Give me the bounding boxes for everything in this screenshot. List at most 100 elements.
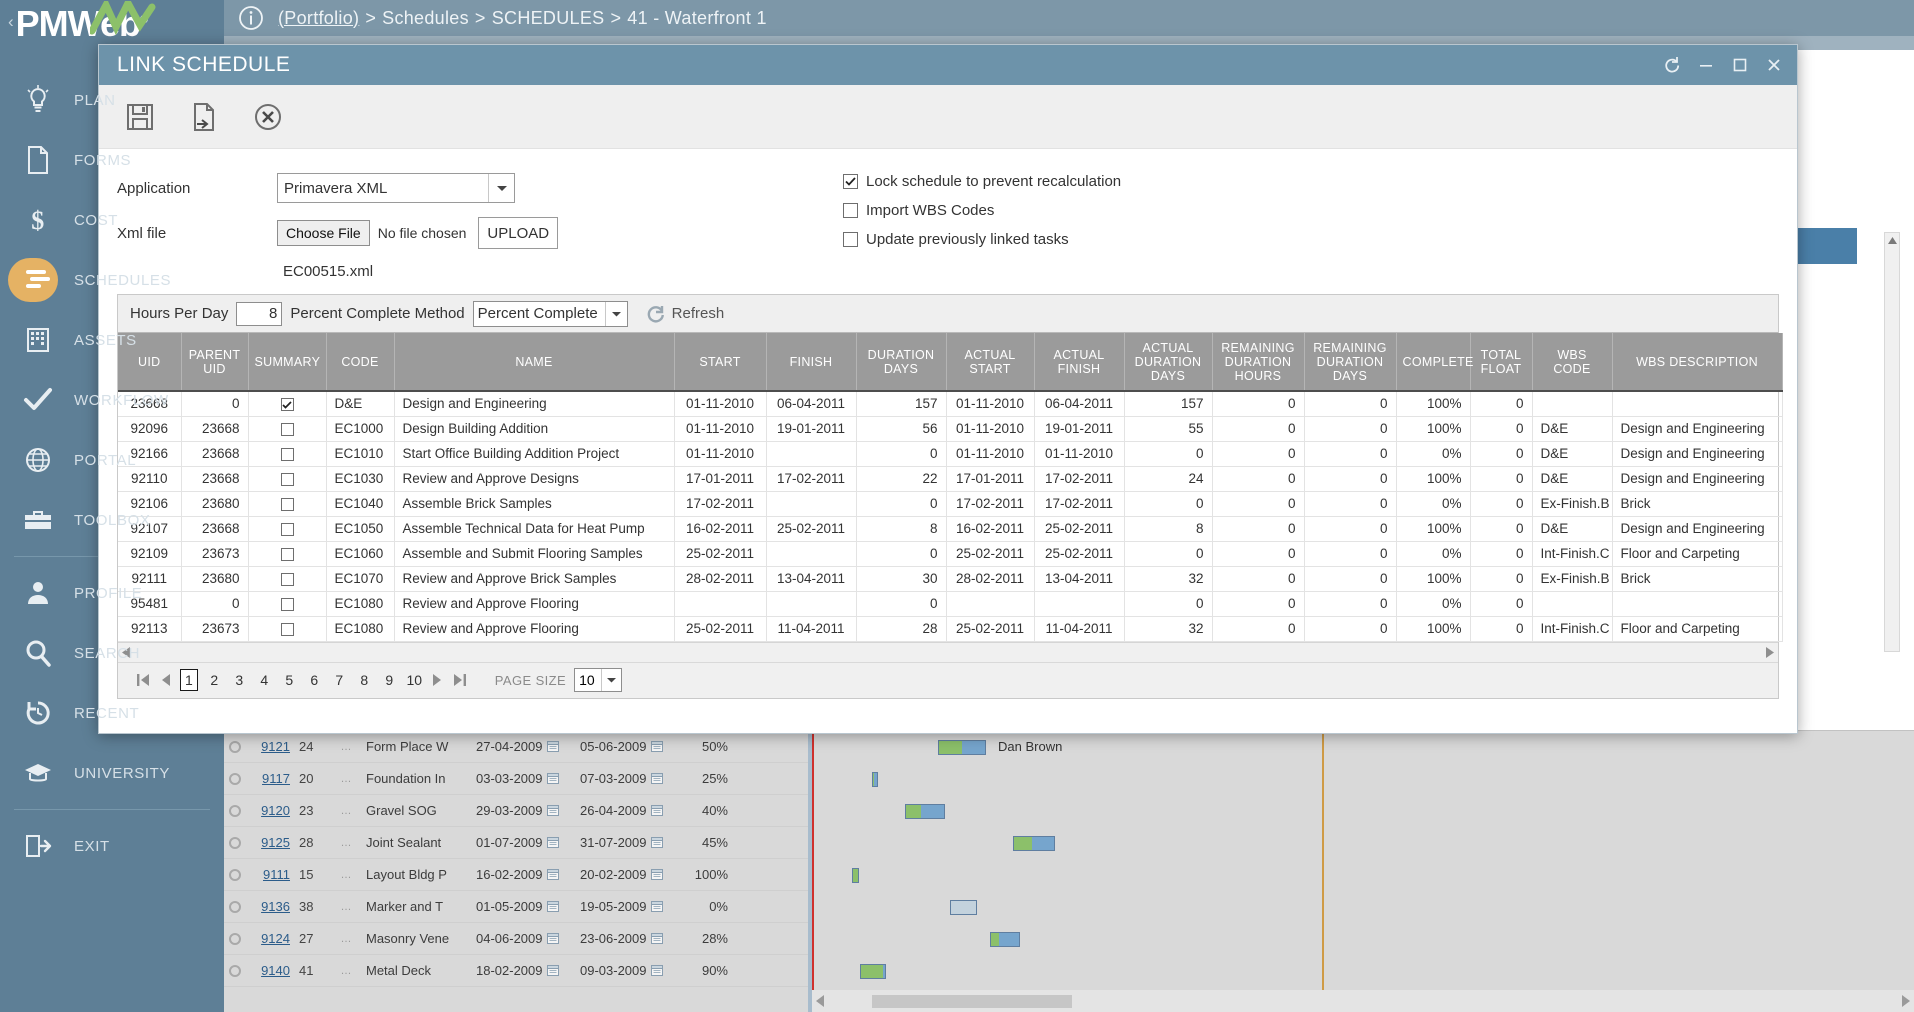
dialog-title-bar[interactable]: LINK SCHEDULE <box>99 45 1797 85</box>
sidebar-collapse-icon[interactable]: ‹ <box>8 12 14 32</box>
table-row[interactable]: 92111 23680 EC1070 Review and Approve Brick… <box>118 566 1783 592</box>
gantt-row[interactable]: 9124 27 … Masonry Vene 04-06-2009 23-06-… <box>224 923 808 955</box>
gantt-row-id[interactable]: 9124 <box>246 931 294 946</box>
page-button-7[interactable]: 7 <box>331 669 348 691</box>
calendar-icon[interactable] <box>650 836 663 849</box>
calendar-icon[interactable] <box>650 900 663 913</box>
gantt-row-id-link[interactable]: 9140 <box>261 963 290 978</box>
sidebar-item-exit[interactable]: EXIT <box>0 816 224 876</box>
option-update-linked-tasks[interactable]: Update previously linked tasks <box>843 231 1121 248</box>
summary-checkbox[interactable] <box>280 447 294 461</box>
summary-checkbox[interactable] <box>280 547 294 561</box>
col-start[interactable]: START <box>674 333 767 391</box>
calendar-icon[interactable] <box>650 772 663 785</box>
application-select[interactable]: Primavera XML <box>277 173 515 203</box>
page-button-1[interactable]: 1 <box>180 669 198 691</box>
col-parent-uid[interactable]: PARENT UID <box>181 333 249 391</box>
page-button-8[interactable]: 8 <box>356 669 373 691</box>
col-actual-duration-days[interactable]: ACTUAL DURATION DAYS <box>1124 333 1213 391</box>
cell-summary[interactable] <box>248 390 327 417</box>
checkbox[interactable] <box>843 203 858 218</box>
calendar-icon[interactable] <box>650 932 663 945</box>
next-page-icon[interactable] <box>427 669 449 691</box>
gantt-row[interactable]: 9117 20 … Foundation In 03-03-2009 07-03… <box>224 763 808 795</box>
col-actual-start[interactable]: ACTUAL START <box>946 333 1035 391</box>
checkbox[interactable] <box>843 232 858 247</box>
gantt-row[interactable]: 9121 24 … Form Place W 27-04-2009 05-06-… <box>224 731 808 763</box>
gantt-bar[interactable] <box>872 772 878 787</box>
table-row[interactable]: 92106 23680 EC1040 Assemble Brick Samples 17… <box>118 491 1783 517</box>
calendar-icon[interactable] <box>546 772 559 785</box>
grid-horizontal-scrollbar[interactable] <box>118 641 1778 662</box>
gantt-bar[interactable] <box>860 964 886 979</box>
gantt-row-finish[interactable]: 07-03-2009 <box>580 771 684 786</box>
cell-summary[interactable] <box>248 466 327 492</box>
maximize-window-button[interactable] <box>1723 48 1757 82</box>
gantt-row-finish[interactable]: 31-07-2009 <box>580 835 684 850</box>
cell-summary[interactable] <box>248 491 327 517</box>
col-wbs-code[interactable]: WBS CODE <box>1532 333 1613 391</box>
scroll-thumb[interactable] <box>872 994 1072 1008</box>
gantt-row-start[interactable]: 01-05-2009 <box>476 899 580 914</box>
summary-checkbox[interactable] <box>280 398 294 412</box>
gantt-row-finish[interactable]: 26-04-2009 <box>580 803 684 818</box>
gantt-row-finish[interactable]: 23-06-2009 <box>580 931 684 946</box>
summary-checkbox[interactable] <box>280 522 294 536</box>
gantt-bar[interactable] <box>852 868 859 883</box>
col-remaining-duration-hours[interactable]: REMAINING DURATION HOURS <box>1212 333 1305 391</box>
cell-summary[interactable] <box>248 541 327 567</box>
gantt-row-id-link[interactable]: 9124 <box>261 931 290 946</box>
page-button-4[interactable]: 4 <box>256 669 273 691</box>
page-button-3[interactable]: 3 <box>231 669 248 691</box>
table-row[interactable]: 23668 0 D&E Design and Engineering 01-11-201… <box>118 390 1783 417</box>
col-actual-finish[interactable]: ACTUAL FINISH <box>1034 333 1125 391</box>
gantt-row-id-link[interactable]: 9136 <box>261 899 290 914</box>
calendar-icon[interactable] <box>546 868 559 881</box>
gantt-bar[interactable] <box>905 804 945 819</box>
row-handle-icon[interactable] <box>224 900 246 913</box>
gantt-row-id[interactable]: 9136 <box>246 899 294 914</box>
gantt-bar[interactable] <box>1013 836 1055 851</box>
summary-checkbox[interactable] <box>280 472 294 486</box>
choose-file-button[interactable]: Choose File <box>277 220 370 246</box>
cell-summary[interactable] <box>248 616 327 642</box>
gantt-row[interactable]: 9125 28 … Joint Sealant 01-07-2009 31-07… <box>224 827 808 859</box>
gantt-row-id-link[interactable]: 9111 <box>263 867 290 882</box>
calendar-icon[interactable] <box>546 964 559 977</box>
calendar-icon[interactable] <box>650 804 663 817</box>
page-button-5[interactable]: 5 <box>281 669 298 691</box>
table-row[interactable]: 92107 23668 EC1050 Assemble Technical Data … <box>118 516 1783 542</box>
summary-checkbox[interactable] <box>280 597 294 611</box>
gantt-bar[interactable] <box>950 900 977 915</box>
calendar-icon[interactable] <box>650 868 663 881</box>
table-row[interactable]: 92110 23668 EC1030 Review and Approve Desig… <box>118 466 1783 492</box>
calendar-icon[interactable] <box>650 964 663 977</box>
calendar-icon[interactable] <box>546 900 559 913</box>
table-row[interactable]: 92113 23673 EC1080 Review and Approve Floor… <box>118 616 1783 642</box>
cell-summary[interactable] <box>248 591 327 617</box>
refresh-button[interactable]: Refresh <box>646 304 724 324</box>
brand-logo[interactable]: ‹ PMWeb® <box>0 0 224 44</box>
gantt-row[interactable]: 9140 41 … Metal Deck 18-02-2009 09-03-20… <box>224 955 808 987</box>
gantt-row-id[interactable]: 9121 <box>246 739 294 754</box>
table-row[interactable]: 92109 23673 EC1060 Assemble and Submit Floo… <box>118 541 1783 567</box>
col-summary[interactable]: SUMMARY <box>248 333 327 391</box>
gantt-row-start[interactable]: 29-03-2009 <box>476 803 580 818</box>
breadcrumb-part-2[interactable]: SCHEDULES <box>492 8 605 28</box>
gantt-row-start[interactable]: 03-03-2009 <box>476 771 580 786</box>
gantt-row-id[interactable]: 9117 <box>246 771 294 786</box>
col-duration-days[interactable]: DURATION DAYS <box>856 333 947 391</box>
hours-per-day-input[interactable] <box>236 301 283 326</box>
gantt-row-id[interactable]: 9125 <box>246 835 294 850</box>
gantt-row-id-link[interactable]: 9125 <box>261 835 290 850</box>
row-handle-icon[interactable] <box>224 836 246 849</box>
col-name[interactable]: NAME <box>394 333 675 391</box>
scroll-right-icon[interactable] <box>1766 646 1774 658</box>
calendar-icon[interactable] <box>546 836 559 849</box>
gantt-row-id[interactable]: 9140 <box>246 963 294 978</box>
page-size-select[interactable]: 10 <box>574 668 623 692</box>
gantt-row-id-link[interactable]: 9120 <box>261 803 290 818</box>
gantt-bar[interactable] <box>990 932 1020 947</box>
gantt-row-finish[interactable]: 20-02-2009 <box>580 867 684 882</box>
row-handle-icon[interactable] <box>224 740 246 753</box>
